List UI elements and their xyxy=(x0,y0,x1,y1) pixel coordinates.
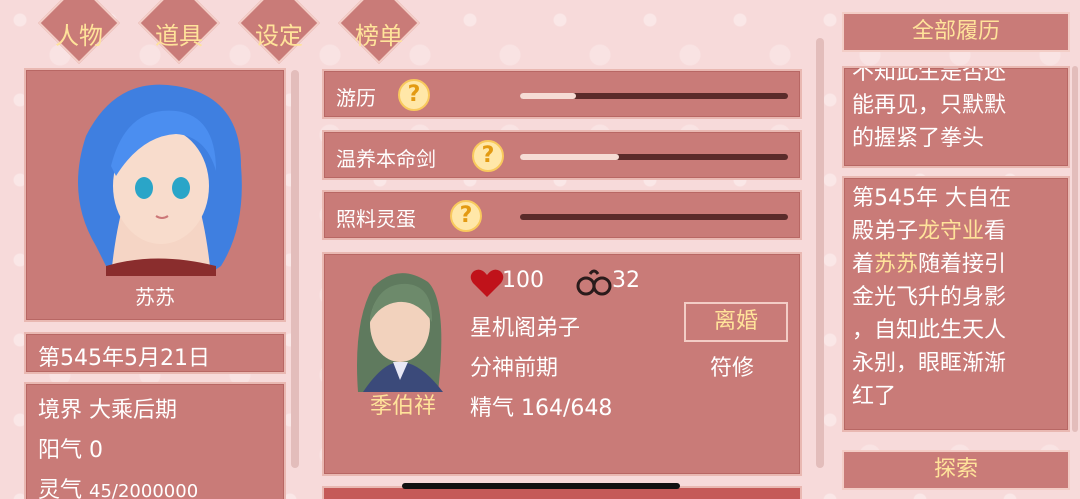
history-entry-2: 第545年 大自在 殿弟子龙守业看 着苏苏随着接引 金光飞升的身影 ，自知此生天… xyxy=(842,176,1070,432)
help-icon[interactable]: ? xyxy=(450,200,482,232)
progress-fill xyxy=(520,93,577,99)
progress-fill xyxy=(520,154,620,160)
ling-value: 45/2000000 xyxy=(89,481,199,499)
handcuffs-icon xyxy=(576,269,612,296)
activity-label: 温养本命剑 xyxy=(336,147,436,171)
home-indicator[interactable] xyxy=(402,483,680,489)
spouse-name: 季伯祥 xyxy=(369,394,436,419)
history-line: 着苏苏随着接引 xyxy=(852,248,1060,281)
heart-icon xyxy=(470,269,504,297)
ring-value: 32 xyxy=(612,268,640,293)
activity-label: 游历 xyxy=(336,86,376,110)
essence-value: 164/648 xyxy=(521,396,613,421)
character-portrait xyxy=(78,84,242,276)
history-text: 殿弟子 xyxy=(852,219,919,244)
history-line: 第545年 大自在 xyxy=(852,186,1011,211)
highlight-name: 苏苏 xyxy=(874,252,919,277)
ling-label: 灵气 xyxy=(38,478,83,499)
ling-row: 灵气 45/2000000 xyxy=(38,472,198,499)
history-line: ，自知此生天人 xyxy=(852,318,1007,343)
history-text: 看 xyxy=(984,219,1007,244)
tab-label: 设定 xyxy=(255,22,303,50)
tab-label: 道具 xyxy=(155,22,203,50)
divorce-button[interactable]: 离婚 xyxy=(684,302,788,342)
spouse-essence: 精气 164/648 xyxy=(470,390,612,422)
activity-row-sword[interactable]: 温养本命剑 ? xyxy=(322,130,802,180)
left-scrollbar[interactable] xyxy=(291,70,299,468)
history-text: 随着接引 xyxy=(918,252,1007,277)
history-scrollbar[interactable] xyxy=(1072,66,1078,432)
history-line: 红了 xyxy=(852,384,897,409)
activity-progress xyxy=(520,214,788,220)
spouse-stage: 分神前期 xyxy=(470,356,559,381)
game-date: 第545年5月21日 xyxy=(38,346,210,371)
history-line: 能再见，只默默 xyxy=(852,93,1007,118)
spouse-portrait xyxy=(357,273,443,392)
yang-value: 0 xyxy=(89,438,104,463)
help-icon[interactable]: ? xyxy=(472,140,504,172)
history-line: 不知此生是否还 xyxy=(852,66,1007,85)
activity-row-egg[interactable]: 照料灵蛋 ? xyxy=(322,190,802,240)
stats-panel: 境界 大乘后期 阳气 0 灵气 45/2000000 xyxy=(24,382,286,499)
explore-button[interactable]: 探索 xyxy=(842,450,1070,490)
heart-value: 100 xyxy=(502,268,544,293)
character-portrait-panel[interactable]: 苏苏 xyxy=(24,68,286,322)
help-icon[interactable]: ? xyxy=(398,79,430,111)
tab-label: 榜单 xyxy=(355,22,403,50)
date-panel: 第545年5月21日 xyxy=(24,332,286,374)
essence-label: 精气 xyxy=(470,396,515,421)
spouse-role: 符修 xyxy=(710,356,755,381)
history-line: 殿弟子龙守业看 xyxy=(852,215,1060,248)
activity-progress xyxy=(520,93,788,99)
history-entry-1: 不知此生是否还 能再见，只默默 的握紧了拳头 xyxy=(842,66,1070,168)
spouse-sect: 星机阁弟子 xyxy=(470,316,581,341)
activity-row-travel[interactable]: 游历 ? xyxy=(322,69,802,119)
history-all-button[interactable]: 全部履历 xyxy=(842,12,1070,52)
highlight-name: 龙守业 xyxy=(918,219,985,244)
realm-label: 境界 xyxy=(38,398,83,423)
activity-progress xyxy=(520,154,788,160)
middle-scrollbar[interactable] xyxy=(816,38,824,468)
yang-label: 阳气 xyxy=(38,438,83,463)
character-name: 苏苏 xyxy=(135,285,175,309)
realm-value: 大乘后期 xyxy=(89,398,178,423)
yang-row: 阳气 0 xyxy=(38,432,103,464)
history-line: 的握紧了拳头 xyxy=(852,126,985,151)
activity-label: 照料灵蛋 xyxy=(336,207,416,231)
history-line: 永别，眼眶渐渐 xyxy=(852,351,1007,376)
history-line: 金光飞升的身影 xyxy=(852,285,1007,310)
tab-label: 人物 xyxy=(55,22,103,50)
realm-row: 境界 大乘后期 xyxy=(38,392,177,424)
spouse-card[interactable]: 季伯祥 100 32 星机阁弟子 分神前期 精气 164/648 离婚 符修 xyxy=(322,252,802,476)
history-text: 着 xyxy=(852,252,875,277)
